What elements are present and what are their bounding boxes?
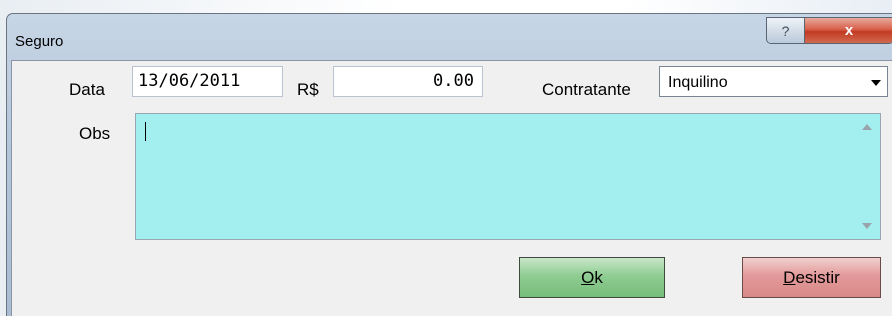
help-icon: ? xyxy=(781,22,790,39)
title-bar[interactable]: Seguro ? x xyxy=(7,14,892,60)
amount-field[interactable]: 0.00 xyxy=(333,66,483,97)
scroll-up-icon[interactable] xyxy=(862,124,872,130)
contratante-select[interactable]: Inquilino xyxy=(659,66,888,97)
contratante-selected-value: Inquilino xyxy=(668,74,728,91)
data-field[interactable]: 13/06/2011 xyxy=(132,66,283,97)
help-button[interactable]: ? xyxy=(767,18,805,43)
caption-buttons: ? x xyxy=(766,17,892,44)
desistir-label: esistir xyxy=(795,267,840,287)
currency-label: R$ xyxy=(297,80,319,99)
ok-button[interactable]: Ok xyxy=(519,257,665,298)
dropdown-arrow-icon[interactable] xyxy=(871,80,881,86)
ok-label: k xyxy=(594,267,603,287)
scroll-down-icon[interactable] xyxy=(862,223,872,229)
close-button[interactable]: x xyxy=(805,18,892,43)
text-caret xyxy=(145,122,146,141)
obs-label: Obs xyxy=(79,124,111,143)
desistir-button[interactable]: Desistir xyxy=(742,257,881,298)
obs-textarea[interactable] xyxy=(135,113,881,240)
ok-accelerator: O xyxy=(581,267,595,287)
window-title: Seguro xyxy=(15,33,64,50)
data-label: Data xyxy=(69,80,105,99)
contratante-label: Contratante xyxy=(542,80,631,99)
desistir-accelerator: D xyxy=(783,267,796,287)
close-icon: x xyxy=(844,22,854,39)
obs-scrollbar[interactable] xyxy=(854,114,880,239)
